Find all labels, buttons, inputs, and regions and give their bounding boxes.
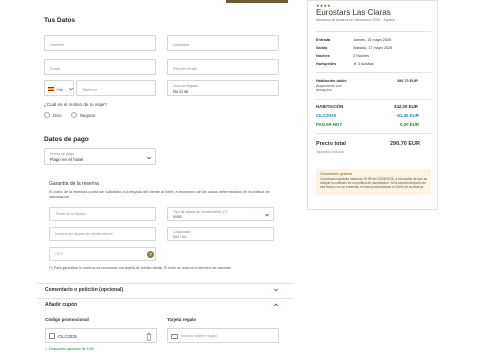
expiry-field[interactable]: Caducidad MM / AA [167,227,274,241]
total-price-label: Precio total [316,141,346,147]
pay-now-label: PAGAR HOY [316,122,343,127]
checkin-value: Jueves, 15 mayo 2025 [353,38,392,42]
card-type-select[interactable]: Tipo de tarjeta de crédito/débito (*) VI… [167,207,274,221]
cvv-placeholder: CCV [55,252,63,256]
divider [316,99,431,100]
phone-placeholder: Teléfono [82,87,98,92]
trip-reason-question: ¿Cuál es el motivo de tu viaje? [44,102,107,107]
surname-placeholder: Apellidos [173,42,190,47]
free-cancellation-box: Cancelación gratuita Cancelación gratuit… [316,169,431,195]
email-field[interactable]: Email [44,59,156,75]
spain-flag-icon [48,87,54,91]
checkout-label: Salida [316,46,328,50]
total-price-value: 290,70 EUR [390,141,420,147]
payment-footnote: (*) Para garantizar tu reserva es necesa… [49,266,231,270]
chevron-up-icon [273,303,279,307]
promo-code-field[interactable]: CILC2025 [45,328,157,343]
room-price: 390,70 EUR [397,79,418,83]
chevron-down-icon [146,156,152,160]
surname-field[interactable]: Apellidos [167,35,279,51]
card-holder-field[interactable]: Titular de la tarjeta [49,207,156,221]
header-accent-bar [226,0,288,3]
section-title-your-details: Tus Datos [44,17,75,24]
cancellation-text: Cancelación gratuita hasta las 22:59 del… [320,177,428,189]
card-number-placeholder: Número de tarjeta de crédito/débito [55,232,113,236]
payment-method-value: Pago en el hotel [50,157,84,162]
section-title-payment: Datos de pago [44,136,89,143]
gift-card-field[interactable]: Insertar tarjeta regalo [167,328,279,343]
coupon-section-title: Añadir cupón [45,302,78,308]
hotel-address: Marquesa de Almarza s/n Salamanca 37001 … [316,18,395,22]
divider [316,133,431,134]
nights-value: 2 Noches [353,54,370,58]
room-total-value: 342,00 EUR [394,104,418,109]
hotel-name: Eurostars Las Claras [316,8,391,17]
payment-method-label: Forma de pago [50,152,74,156]
repeat-email-field[interactable]: Repetir email [167,59,279,75]
trash-icon[interactable] [145,332,153,341]
arrival-time-select[interactable]: Hora de llegada No lo sé [167,80,279,96]
room-name: Habitación doble [316,79,347,83]
arrival-time-value: No lo sé [173,89,189,94]
email-placeholder: Email [50,66,61,71]
gift-card-icon [171,334,178,339]
ticket-icon [49,333,55,339]
guests-value: ☻ 2 Adultos [353,62,374,66]
trip-reason-business-label: Negocio [80,113,96,118]
room-description: Alojamiento con desayuno [316,84,342,93]
trip-reason-leisure[interactable]: Ocio [44,111,74,119]
cancellation-title: Cancelación gratuita [320,172,352,176]
discount-value: -51,30 EUR [396,113,419,118]
trip-reason-business[interactable]: Negocio [71,111,107,119]
payment-method-select[interactable]: Forma de pago Pago en el hotel [44,148,156,165]
card-type-value: VISA [173,215,182,219]
discount-label: CILC2025 [316,113,337,118]
name-placeholder: Nombre [50,42,65,47]
nights-label: Noches [316,54,330,58]
phone-prefix-value: +34 [56,87,63,92]
room-total-label: HABITACIÓN [316,104,344,109]
guarantee-title: Garantía de la reserva [49,181,99,187]
arrival-time-label: Hora de llegada [173,84,198,88]
phone-field[interactable]: Teléfono [76,80,156,96]
promo-code-value: CILC2025 [58,334,77,339]
name-field[interactable]: Nombre [44,35,156,51]
coupon-section-header[interactable]: Añadir cupón [37,298,293,310]
guests-label: Huéspedes [316,62,337,66]
chevron-down-icon [68,87,74,91]
comment-section-title: Comentario o petición (opcional) [45,287,124,293]
repeat-email-placeholder: Repetir email [173,66,197,71]
booking-summary-card: ★★★★ Eurostars Las Claras Marquesa de Al… [307,0,438,210]
promo-applied-text: ✓ Descuento aplicado de 13% [45,347,94,351]
comment-section-header[interactable]: Comentario o petición (opcional) [37,283,293,295]
checkout-value: Sábado, 17 mayo 2025 [353,46,393,50]
expiry-label: Caducidad [173,230,190,234]
divider [316,31,431,32]
radio-leisure[interactable] [44,112,50,118]
checkin-label: Entrada [316,38,331,42]
trip-reason-leisure-label: Ocio [53,113,62,118]
help-icon[interactable]: ? [147,251,154,258]
gift-card-label: Tarjeta regalo [167,317,197,322]
card-type-label: Tipo de tarjeta de crédito/débito (*) [173,210,227,214]
taxes-note: Impuestos incluidos [316,150,344,154]
chevron-down-icon [264,213,270,217]
pay-now-value: 0,00 EUR [400,122,420,127]
divider [316,72,431,73]
phone-prefix-select[interactable]: +34 [44,80,74,96]
card-holder-placeholder: Titular de la tarjeta [55,212,86,216]
cvv-field[interactable]: CCV ? [49,247,156,261]
promo-code-label: Código promocional [45,317,89,322]
card-number-field[interactable]: Número de tarjeta de crédito/débito [49,227,156,241]
guarantee-text: El cobro de la estancia podrá ser solici… [49,190,270,199]
radio-business[interactable] [71,112,77,118]
gift-card-placeholder: Insertar tarjeta regalo [181,334,218,338]
chevron-down-icon [273,288,279,292]
expiry-value: MM / AA [173,235,187,239]
